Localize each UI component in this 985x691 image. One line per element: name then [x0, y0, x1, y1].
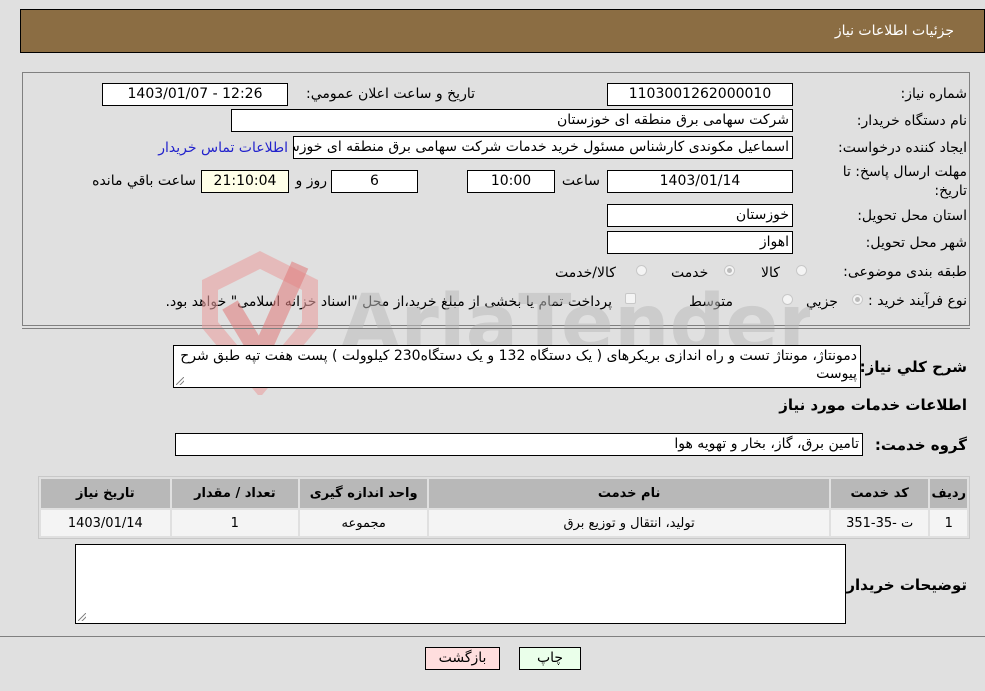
city-label: شهر محل تحویل:: [865, 235, 967, 251]
category-option-goods: کالا: [761, 265, 780, 281]
province-label: استان محل تحویل:: [857, 208, 967, 224]
need-number-field[interactable]: 1103001262000010: [607, 83, 793, 106]
remaining-time-field[interactable]: 21:10:04: [201, 170, 289, 193]
services-table: رديف کد خدمت نام خدمت واحد اندازه گيری ت…: [38, 476, 970, 539]
category-label: طبقه بندی موضوعی:: [843, 264, 967, 280]
cell-service-name: تولید، انتقال و توزیع برق: [429, 510, 829, 536]
deadline-label: مهلت ارسال پاسخ: تا تاریخ:: [842, 164, 967, 199]
buyer-notes-textarea[interactable]: [75, 544, 846, 624]
service-group-label: گروه خدمت:: [874, 436, 967, 454]
description-label: شرح کلي نياز:: [859, 358, 967, 376]
col-header-need-date: تاريخ نياز: [41, 479, 170, 508]
remaining-time-label: ساعت باقي مانده: [92, 173, 196, 189]
table-row: 1 ت -35-351 تولید، انتقال و توزیع برق مج…: [41, 510, 967, 536]
city-field[interactable]: اهواز: [607, 231, 793, 254]
buyer-org-label: نام دستگاه خريدار:: [856, 113, 967, 129]
page-title: جزئیات اطلاعات نیاز: [834, 23, 954, 39]
description-textarea[interactable]: دمونتاژ، مونتاژ تست و راه اندازی بریکرها…: [173, 345, 861, 388]
process-radio-minor[interactable]: [852, 294, 863, 305]
announce-datetime-label: تاریخ و ساعت اعلان عمومي:: [306, 86, 475, 102]
category-option-goods-service: کالا/خدمت: [555, 265, 616, 281]
process-option-medium: متوسط: [689, 294, 733, 310]
province-field[interactable]: خوزستان: [607, 204, 793, 227]
remaining-days-field[interactable]: 6: [331, 170, 418, 193]
requester-label: ایجاد کننده درخواست:: [838, 140, 967, 156]
process-radio-medium[interactable]: [782, 294, 793, 305]
need-number-label: شماره نیاز:: [900, 86, 968, 102]
cell-service-code: ت -35-351: [830, 510, 929, 536]
back-button[interactable]: بازگشت: [425, 647, 500, 670]
cell-unit: مجموعه: [300, 510, 428, 536]
description-text: دمونتاژ، مونتاژ تست و راه اندازی بریکرها…: [180, 348, 857, 382]
deadline-date-field[interactable]: 1403/01/14: [607, 170, 793, 193]
treasury-note: پرداخت تمام یا بخشی از مبلغ خرید،از محل …: [165, 294, 612, 310]
category-radio-goods-service[interactable]: [636, 265, 647, 276]
cell-row-number: 1: [930, 510, 967, 536]
cell-need-date: 1403/01/14: [41, 510, 170, 536]
announce-datetime-field[interactable]: 1403/01/07 - 12:26: [102, 83, 288, 106]
buyer-notes-label: توضيحات خريدار:: [840, 576, 967, 594]
category-option-service: خدمت: [671, 265, 709, 281]
col-header-unit: واحد اندازه گيری: [300, 479, 428, 508]
process-option-minor: جزيي: [806, 294, 838, 310]
service-group-field[interactable]: تامین برق، گاز، بخار و تهویه هوا: [175, 433, 863, 456]
services-section-title: اطلاعات خدمات مورد نياز: [779, 396, 967, 414]
print-button[interactable]: چاپ: [519, 647, 581, 670]
resize-grip-icon[interactable]: [78, 613, 86, 621]
col-header-service-code: کد خدمت: [830, 479, 929, 508]
page-header: جزئیات اطلاعات نیاز: [20, 9, 985, 53]
deadline-time-label: ساعت: [561, 173, 600, 189]
cell-quantity: 1: [171, 510, 298, 536]
treasury-checkbox[interactable]: [625, 293, 636, 304]
footer-divider: [0, 636, 985, 637]
col-header-quantity: تعداد / مقدار: [171, 479, 298, 508]
deadline-time-field[interactable]: 10:00: [467, 170, 555, 193]
category-radio-service[interactable]: [724, 265, 735, 276]
col-header-service-name: نام خدمت: [429, 479, 829, 508]
table-header-row: رديف کد خدمت نام خدمت واحد اندازه گيری ت…: [41, 479, 967, 508]
buyer-org-field[interactable]: شرکت سهامی برق منطقه ای خوزستان: [231, 109, 793, 132]
process-label: نوع فرآیند خرید :: [868, 293, 967, 309]
col-header-row-number: رديف: [930, 479, 967, 508]
buyer-contact-link[interactable]: اطلاعات تماس خريدار: [158, 140, 288, 156]
resize-grip-icon[interactable]: [176, 377, 184, 385]
category-radio-goods[interactable]: [796, 265, 807, 276]
requester-field[interactable]: اسماعیل مکوندی کارشناس مسئول خرید خدمات …: [293, 136, 793, 159]
days-label: روز و: [295, 173, 328, 189]
